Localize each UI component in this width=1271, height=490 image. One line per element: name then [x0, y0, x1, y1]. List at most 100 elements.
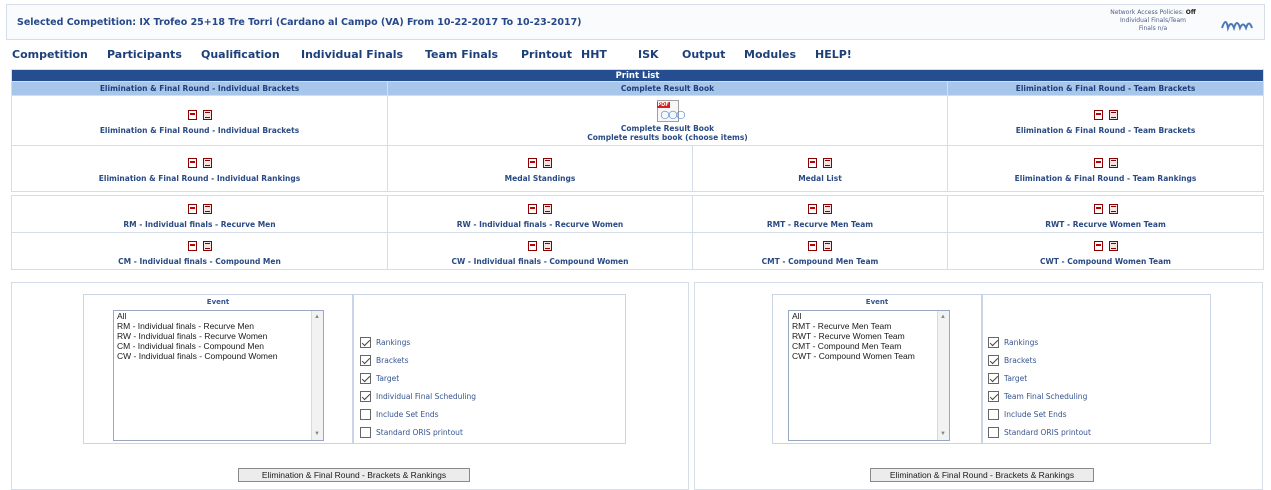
pdf-icon[interactable]: [1093, 110, 1103, 120]
checkbox[interactable]: [988, 390, 999, 402]
pdf-icon[interactable]: [528, 240, 537, 251]
event-cm-link[interactable]: CM - Individual finals - Compound Men: [12, 257, 387, 266]
listbox-scrollbar[interactable]: ▲ ▼: [937, 311, 949, 440]
pdf-icon[interactable]: [528, 158, 537, 168]
print-preview-icon[interactable]: [1108, 240, 1118, 251]
check-oris-printout[interactable]: Standard ORIS printout: [988, 423, 1091, 441]
pdf-icon[interactable]: [1093, 158, 1103, 168]
print-preview-icon[interactable]: [543, 203, 552, 214]
print-preview-icon[interactable]: [543, 240, 552, 251]
team-brackets-link[interactable]: Elimination & Final Round - Team Bracket…: [948, 126, 1263, 135]
pdf-icon[interactable]: [808, 203, 817, 214]
pdf-icon[interactable]: [187, 158, 197, 168]
menu-help[interactable]: HELP!: [815, 48, 852, 61]
event-option[interactable]: RW - Individual finals - Recurve Women: [114, 331, 323, 341]
event-rm-link[interactable]: RM - Individual finals - Recurve Men: [12, 220, 387, 229]
individual-rankings-link[interactable]: Elimination & Final Round - Individual R…: [12, 174, 387, 183]
menu-isk[interactable]: ISK: [638, 48, 659, 61]
team-event-select[interactable]: All RMT - Recurve Men Team RWT - Recurve…: [788, 310, 950, 441]
scroll-up-icon[interactable]: ▲: [940, 312, 946, 322]
checkbox[interactable]: [988, 336, 999, 348]
print-preview-icon[interactable]: [202, 110, 212, 120]
scroll-down-icon[interactable]: ▼: [940, 429, 946, 439]
scroll-up-icon[interactable]: ▲: [314, 312, 320, 322]
result-book-link[interactable]: Complete Result Book: [388, 124, 947, 133]
check-brackets[interactable]: Brackets: [988, 351, 1091, 369]
pdf-icon[interactable]: [1093, 240, 1103, 251]
individual-brackets-rankings-button[interactable]: Elimination & Final Round - Brackets & R…: [238, 468, 470, 482]
checkbox[interactable]: [360, 354, 371, 366]
pdf-icon[interactable]: [808, 158, 817, 168]
print-preview-icon[interactable]: [823, 203, 832, 214]
event-option[interactable]: CMT - Compound Men Team: [789, 341, 949, 351]
checkbox[interactable]: [360, 336, 371, 348]
check-target[interactable]: Target: [988, 369, 1091, 387]
menu-modules[interactable]: Modules: [744, 48, 796, 61]
menu-participants[interactable]: Participants: [107, 48, 182, 61]
team-brackets-rankings-button[interactable]: Elimination & Final Round - Brackets & R…: [870, 468, 1094, 482]
print-preview-icon[interactable]: [1108, 110, 1118, 120]
event-option[interactable]: RWT - Recurve Women Team: [789, 331, 949, 341]
menu-output[interactable]: Output: [682, 48, 725, 61]
event-rwt-link[interactable]: RWT - Recurve Women Team: [948, 220, 1263, 229]
event-cmt-link[interactable]: CMT - Compound Men Team: [693, 257, 947, 266]
team-rankings-link[interactable]: Elimination & Final Round - Team Ranking…: [948, 174, 1263, 183]
event-cw-link[interactable]: CW - Individual finals - Compound Women: [388, 257, 692, 266]
result-book-pdf-icon[interactable]: PDF ◯◯◯: [656, 99, 685, 122]
print-preview-icon[interactable]: [1108, 158, 1118, 168]
individual-brackets-link[interactable]: Elimination & Final Round - Individual B…: [12, 126, 387, 135]
check-target[interactable]: Target: [360, 369, 476, 387]
check-final-scheduling[interactable]: Team Final Scheduling: [988, 387, 1091, 405]
checkbox[interactable]: [988, 354, 999, 366]
event-option[interactable]: CWT - Compound Women Team: [789, 351, 949, 361]
print-preview-icon[interactable]: [823, 158, 832, 168]
pdf-icon[interactable]: [187, 240, 197, 251]
scroll-down-icon[interactable]: ▼: [314, 429, 320, 439]
check-include-set-ends[interactable]: Include Set Ends: [988, 405, 1091, 423]
menu-qualification[interactable]: Qualification: [201, 48, 280, 61]
print-preview-icon[interactable]: [202, 240, 212, 251]
print-preview-icon[interactable]: [202, 203, 212, 214]
menu-printout[interactable]: Printout: [521, 48, 572, 61]
checkbox[interactable]: [360, 372, 371, 384]
event-option[interactable]: RMT - Recurve Men Team: [789, 321, 949, 331]
medal-list-link[interactable]: Medal List: [693, 174, 947, 183]
pdf-icon[interactable]: [187, 110, 197, 120]
checkbox[interactable]: [360, 408, 371, 420]
pdf-icon[interactable]: [1093, 203, 1103, 214]
listbox-scrollbar[interactable]: ▲ ▼: [311, 311, 323, 440]
check-rankings[interactable]: Rankings: [988, 333, 1091, 351]
pdf-icon[interactable]: [528, 203, 537, 214]
medal-standings-link[interactable]: Medal Standings: [388, 174, 692, 183]
individual-event-select[interactable]: All RM - Individual finals - Recurve Men…: [113, 310, 324, 441]
print-preview-icon[interactable]: [543, 158, 552, 168]
check-oris-printout[interactable]: Standard ORIS printout: [360, 423, 476, 441]
check-final-scheduling[interactable]: Individual Final Scheduling: [360, 387, 476, 405]
print-preview-icon[interactable]: [202, 158, 212, 168]
event-rmt-link[interactable]: RMT - Recurve Men Team: [693, 220, 947, 229]
check-rankings[interactable]: Rankings: [360, 333, 476, 351]
checkbox[interactable]: [988, 426, 999, 438]
event-option[interactable]: RM - Individual finals - Recurve Men: [114, 321, 323, 331]
checkbox[interactable]: [360, 390, 371, 402]
event-rw-link[interactable]: RW - Individual finals - Recurve Women: [388, 220, 692, 229]
menu-competition[interactable]: Competition: [12, 48, 88, 61]
result-book-choose-link[interactable]: Complete results book (choose items): [388, 133, 947, 142]
pdf-icon[interactable]: [187, 203, 197, 214]
event-option[interactable]: All: [114, 311, 323, 321]
event-cwt-link[interactable]: CWT - Compound Women Team: [948, 257, 1263, 266]
menu-individual-finals[interactable]: Individual Finals: [301, 48, 403, 61]
event-option[interactable]: CM - Individual finals - Compound Men: [114, 341, 323, 351]
checkbox[interactable]: [988, 372, 999, 384]
check-brackets[interactable]: Brackets: [360, 351, 476, 369]
checkbox[interactable]: [360, 426, 371, 438]
event-option[interactable]: All: [789, 311, 949, 321]
checkbox[interactable]: [988, 408, 999, 420]
menu-hht[interactable]: HHT: [581, 48, 607, 61]
pdf-icon[interactable]: [808, 240, 817, 251]
print-preview-icon[interactable]: [823, 240, 832, 251]
print-preview-icon[interactable]: [1108, 203, 1118, 214]
event-option[interactable]: CW - Individual finals - Compound Women: [114, 351, 323, 361]
check-include-set-ends[interactable]: Include Set Ends: [360, 405, 476, 423]
menu-team-finals[interactable]: Team Finals: [425, 48, 498, 61]
